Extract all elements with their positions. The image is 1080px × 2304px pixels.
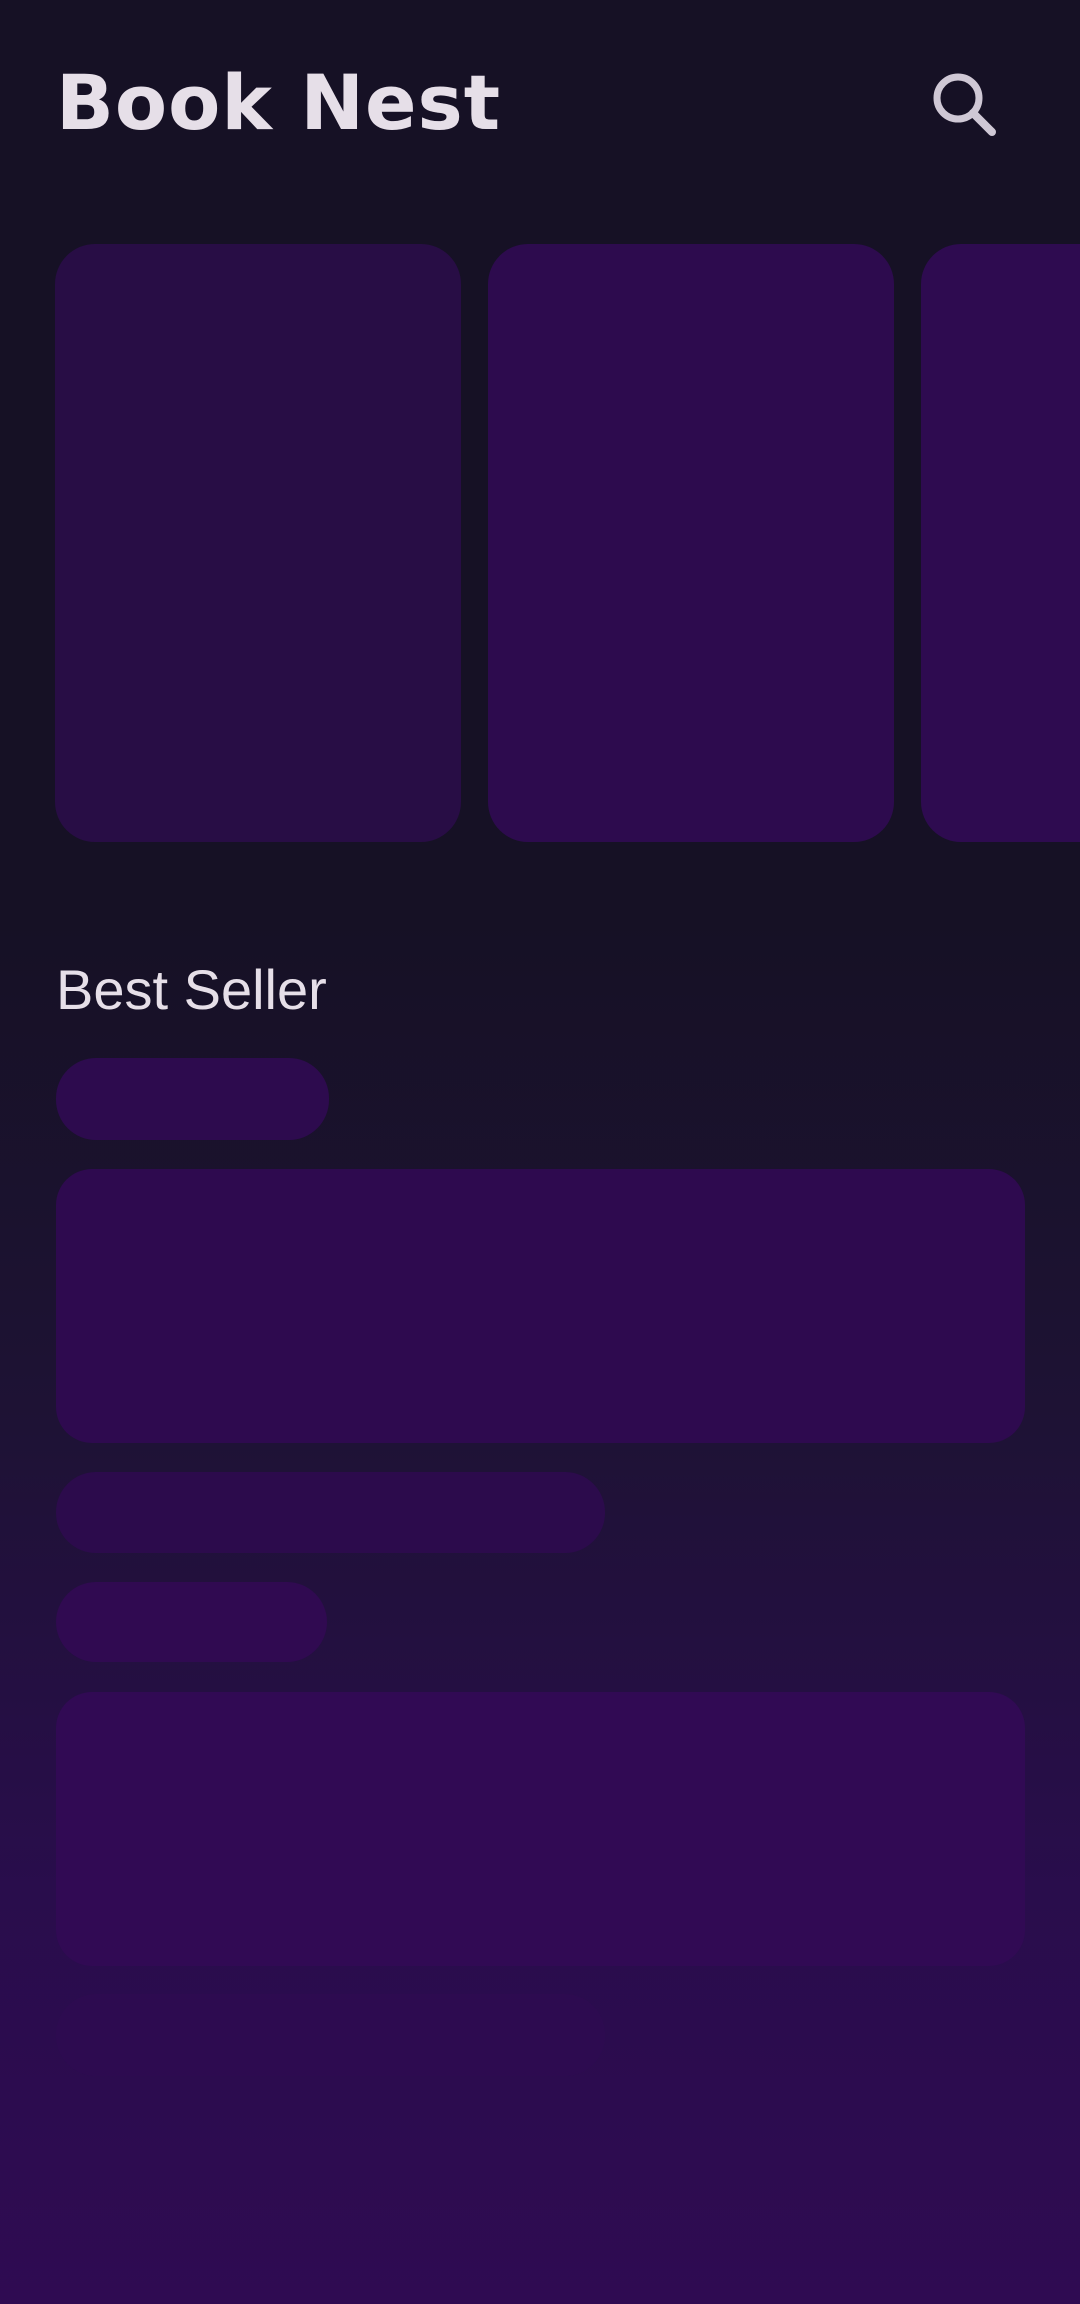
carousel-card-placeholder[interactable] — [488, 244, 894, 842]
best-seller-heading: Best Seller — [56, 958, 327, 1021]
skeleton-line-medium — [56, 1472, 605, 1553]
app-header: Book Nest — [0, 0, 1080, 200]
app-title: Book Nest — [56, 58, 502, 147]
carousel-card-placeholder[interactable] — [921, 244, 1080, 842]
search-icon — [933, 73, 996, 136]
skeleton-line-short — [56, 1582, 327, 1662]
carousel-card-placeholder[interactable] — [55, 244, 461, 842]
search-button[interactable] — [916, 56, 1012, 152]
skeleton-line-medium — [56, 1994, 605, 2076]
skeleton-line-short — [56, 1058, 329, 1140]
skeleton-card-placeholder[interactable] — [56, 1692, 1025, 1966]
skeleton-card-placeholder[interactable] — [56, 1169, 1025, 1443]
featured-carousel[interactable] — [0, 244, 1080, 842]
